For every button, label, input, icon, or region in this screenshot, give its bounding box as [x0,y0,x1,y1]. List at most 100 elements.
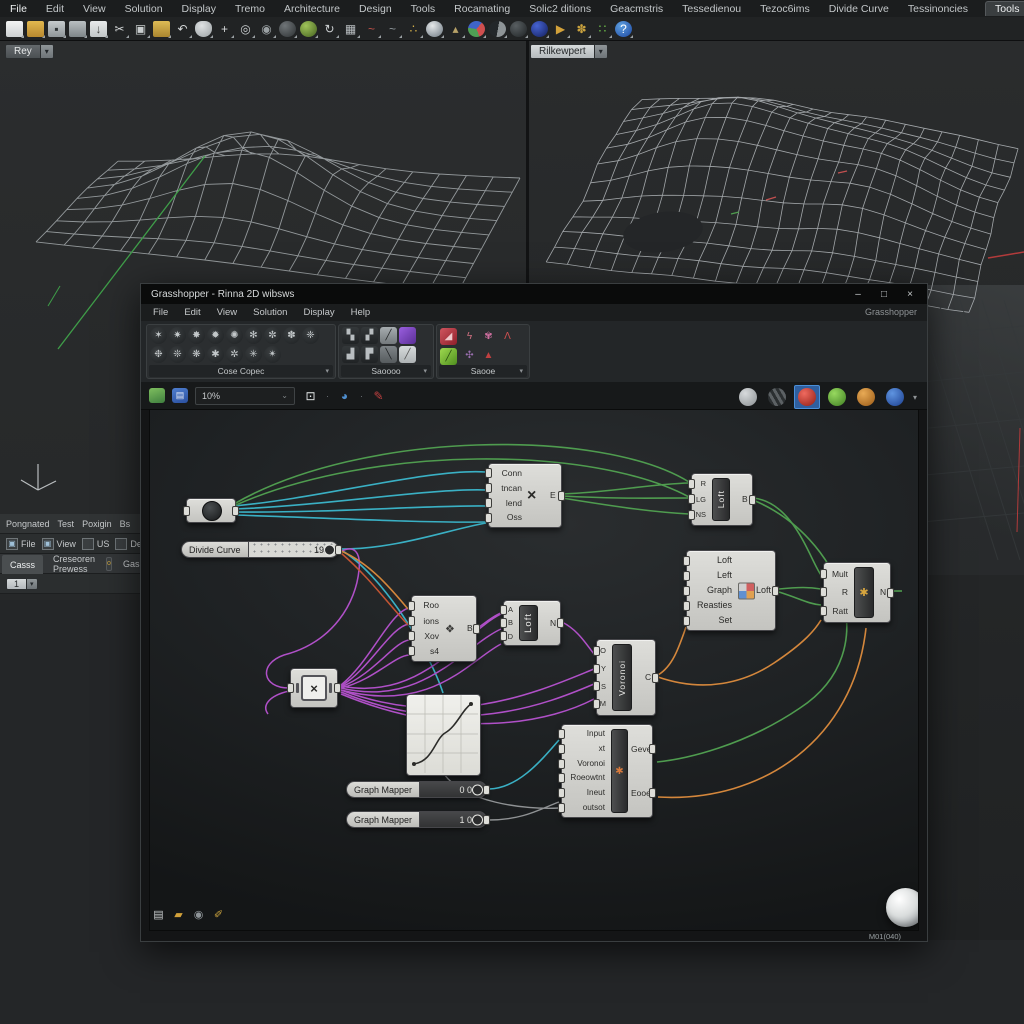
component-icon[interactable]: ✼ [264,327,281,344]
chevron-down-icon[interactable]: ▾ [27,578,38,590]
paste-icon[interactable] [153,21,170,37]
menu-item[interactable]: Tools [409,2,438,16]
node-curve-param[interactable] [186,498,236,523]
divide-curve-slider[interactable]: Divide Curve 19 [181,541,339,558]
menu-item[interactable]: Geacmstris [608,2,665,16]
zoom-selected-icon[interactable] [300,21,317,37]
component-icon[interactable]: ❋ [188,346,205,363]
menu-item[interactable]: Design [357,2,394,16]
viewport-layout-icon[interactable]: ▦ [342,21,359,37]
node-voronoi-big[interactable]: InputxtVoronoiRoeowtntIneutoutsot ✱ Geve… [561,724,653,818]
panel-checkbox[interactable]: ▣ View [42,538,76,550]
undo-icon[interactable]: ↶ [174,21,191,37]
menu-item[interactable]: Display [180,2,218,16]
menu-item[interactable]: Tremo [233,2,267,16]
maximize-button[interactable]: □ [871,284,897,304]
component-icon[interactable]: ϟ [461,328,478,345]
navy-ball-icon[interactable] [531,21,548,37]
slider-track[interactable]: 0 0 [419,781,487,798]
page-selector[interactable]: 1 ▾ [6,578,38,590]
panel-mini-icon[interactable]: o [106,557,112,571]
status-doc-icon[interactable]: ▤ [152,908,165,921]
component-icon[interactable]: ╱ [380,327,397,344]
status-record-icon[interactable]: ◉ [192,908,205,921]
display-striped-ball-icon[interactable] [765,386,789,408]
panel-checkbox[interactable]: US [82,538,110,550]
slider-track[interactable]: 19 [248,541,339,558]
zoom-icon[interactable]: ◎ [237,21,254,37]
display-green-ball-icon[interactable] [825,386,849,408]
copy-icon[interactable]: ▣ [132,21,149,37]
move-icon[interactable]: + [216,21,233,37]
grasshopper-canvas[interactable]: Divide Curve 19 ConntncanlendOss × E [149,409,919,931]
component-icon[interactable]: ▚ [342,327,359,344]
panel-tab[interactable]: Test [58,519,75,529]
help-icon[interactable]: ? [615,21,632,37]
chevron-down-icon[interactable]: ▾ [41,44,54,59]
menu-item[interactable]: Edit [44,2,66,16]
component-icon[interactable]: ✱ [207,346,224,363]
viewport-title-dropdown-left[interactable]: Rey ▾ [5,44,54,59]
open-folder-icon[interactable] [27,21,44,37]
close-button[interactable]: × [897,284,923,304]
node-loft-small[interactable]: ABD Loft N [503,600,561,646]
graph-mapper-slider-2[interactable]: Graph Mapper 1 0 [346,811,487,828]
print-icon[interactable] [69,21,86,37]
node-cross-reference[interactable]: ConntncanlendOss × E [488,463,562,528]
canvas-image-icon[interactable] [149,388,165,403]
save-icon[interactable]: ▪ [48,21,65,37]
red-swoosh-icon[interactable]: ~ [363,21,380,37]
menu-item[interactable]: File [153,307,168,318]
menu-item[interactable]: Rocamating [452,2,512,16]
palette-group-label[interactable]: Saooe ▾ [439,365,527,377]
menu-item[interactable]: View [217,307,237,318]
menu-item[interactable]: Architecture [282,2,342,16]
panel-tab[interactable]: Creseoren Prewess [45,554,103,573]
component-icon[interactable]: ╱ [399,346,416,363]
component-icon[interactable]: ╲ [380,346,397,363]
menu-item[interactable]: Display [303,307,334,318]
component-icon[interactable]: ✳ [245,346,262,363]
menu-item[interactable]: Solution [123,2,165,16]
menu-item[interactable]: Divide Curve [827,2,891,16]
status-pen-icon[interactable]: ✐ [212,908,225,921]
pan-hand-icon[interactable] [195,21,212,37]
half-ball-icon[interactable] [489,21,506,37]
panel-tab-active[interactable]: Casss [2,555,43,574]
render-ball-icon[interactable] [468,21,485,37]
component-icon[interactable]: ✺ [226,327,243,344]
component-icon[interactable]: ▛ [361,346,378,363]
component-icon[interactable]: ❊ [169,346,186,363]
viewport-title-dropdown-right[interactable]: Rilkewpert ▾ [530,44,608,59]
component-icon[interactable]: ✲ [226,346,243,363]
component-icon[interactable]: ✣ [461,348,478,365]
preview-eye-icon[interactable]: ◕ [336,388,353,404]
panel-tab[interactable]: Bs [120,519,131,529]
component-icon[interactable]: ❈ [302,327,319,344]
menu-item[interactable]: Edit [184,307,200,318]
graph-mapper-display[interactable] [406,694,481,776]
component-icon[interactable]: ✷ [169,327,186,344]
display-blue-ball-icon[interactable] [883,386,907,408]
display-orange-ball-icon[interactable] [854,386,878,408]
menu-item[interactable]: Solution [253,307,287,318]
component-icon[interactable]: ✾ [480,328,497,345]
component-icon[interactable]: ✸ [188,327,205,344]
shaded-sphere-icon[interactable] [279,21,296,37]
bulb-icon[interactable] [426,21,443,37]
grasshopper-titlebar[interactable]: Grasshopper - Rinna 2D wibsws – □ × [141,284,927,304]
node-loft-big[interactable]: LoftLeftGraphReastiesSet Loft [686,550,776,631]
slider-knob[interactable] [472,814,483,825]
panel-tab[interactable]: Pongnated [6,519,50,529]
panel-checkbox[interactable]: ▣ File [6,538,36,550]
component-icon[interactable]: ▞ [361,327,378,344]
slider-track[interactable]: 1 0 [419,811,487,828]
component-icon[interactable]: ✶ [150,327,167,344]
gold-bug-icon[interactable]: ✽ [573,21,590,37]
rotate-view-icon[interactable]: ↻ [321,21,338,37]
node-mult[interactable]: MultRRatt ✱ N [823,562,891,623]
component-icon[interactable]: Λ [499,328,516,345]
zoom-window-icon[interactable]: ◉ [258,21,275,37]
component-icon[interactable]: ✹ [207,327,224,344]
menu-item[interactable]: Tools [985,1,1024,16]
